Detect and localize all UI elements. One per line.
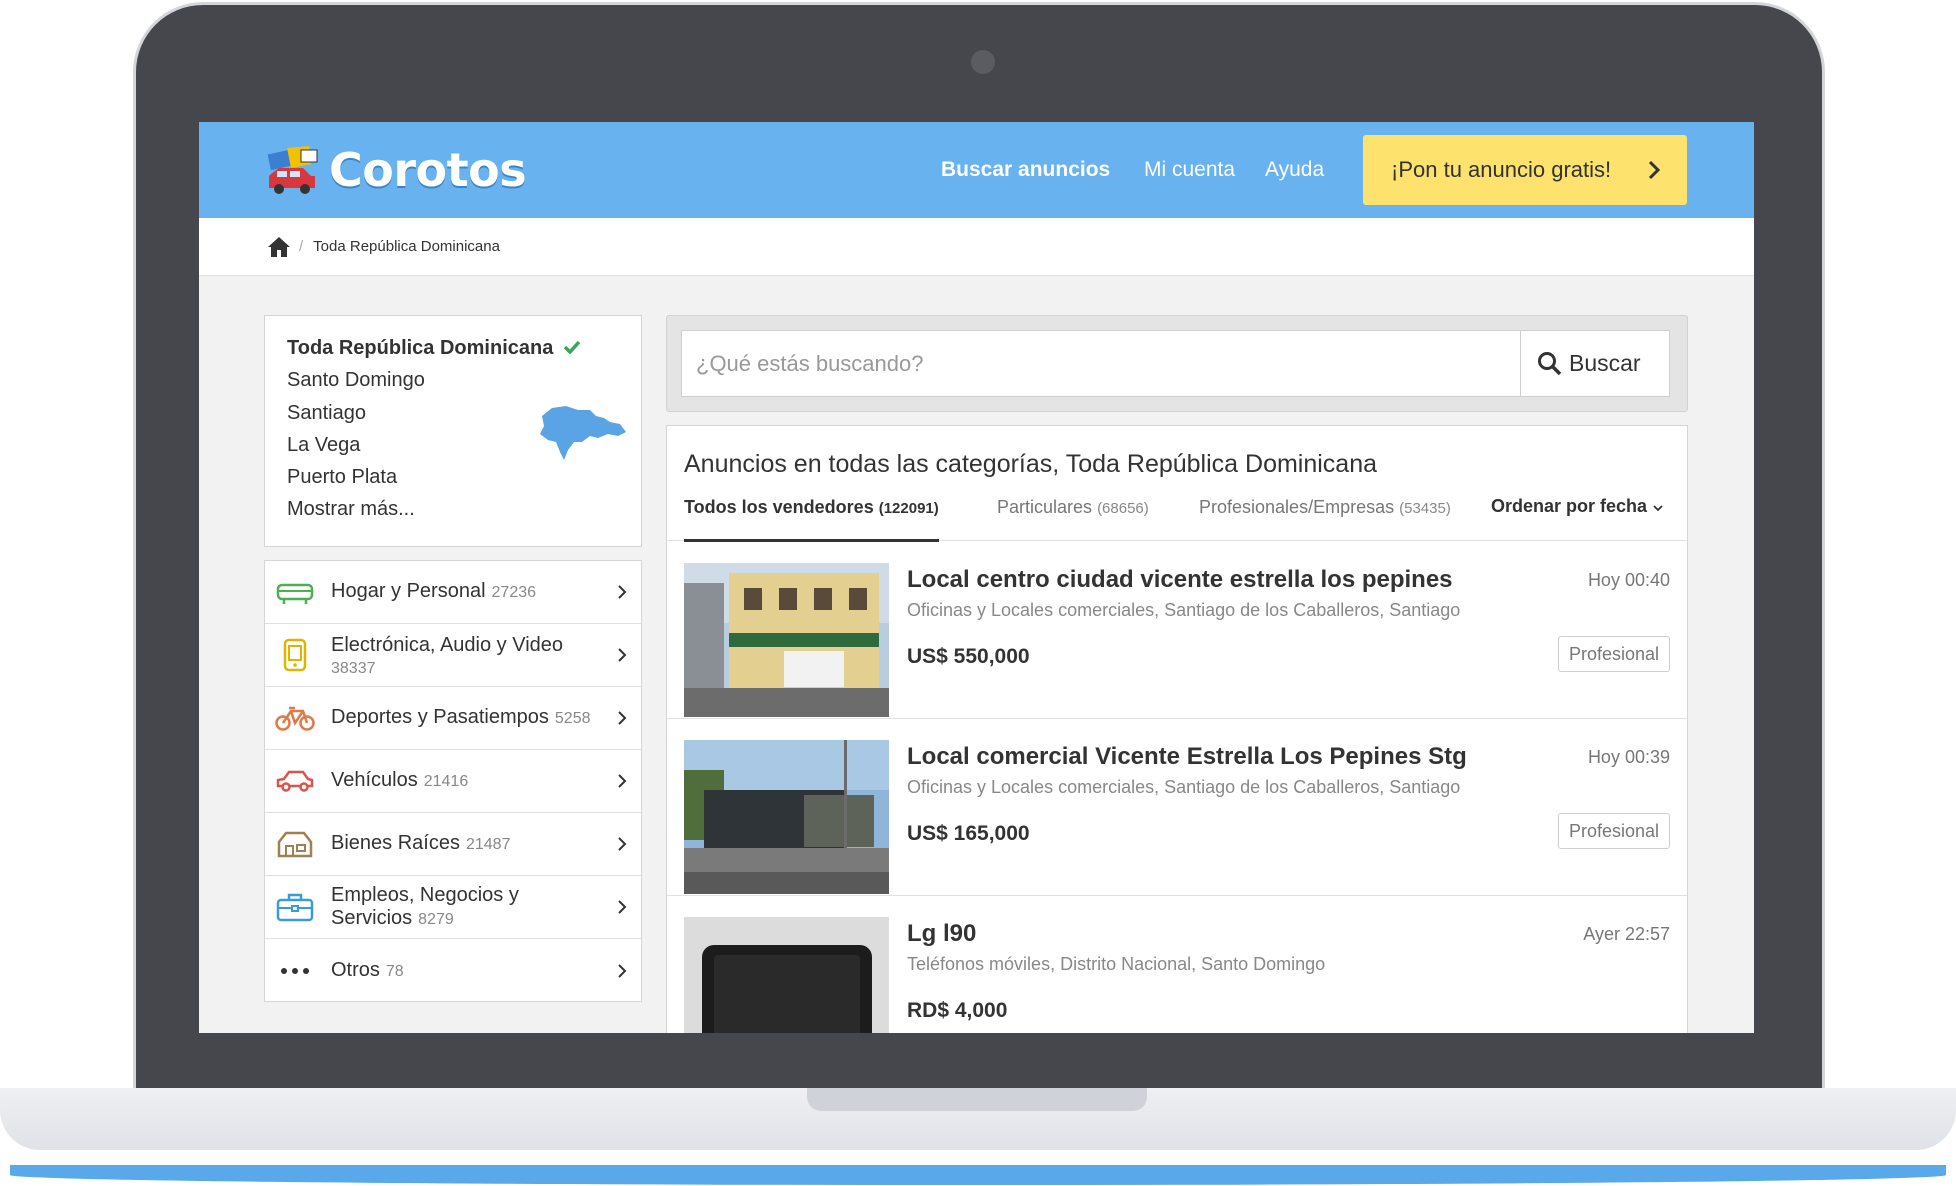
listing-subtitle: Oficinas y Locales comerciales, Santiago… <box>907 600 1461 620</box>
listing-time: Ayer 22:57 <box>1583 924 1670 944</box>
dominican-republic-map-icon <box>540 406 626 460</box>
category-item-bienes-raices[interactable]: Bienes Raíces 21487 <box>265 813 641 876</box>
briefcase-icon <box>275 892 315 922</box>
logo-text: Corotos <box>329 143 527 197</box>
region-item-puerto-plata[interactable]: Puerto Plata <box>287 461 581 493</box>
tab-business-sellers[interactable]: Profesionales/Empresas (53435) <box>1199 496 1451 541</box>
listing-photo[interactable] <box>684 740 889 894</box>
chevron-right-icon <box>618 837 627 851</box>
chevron-right-icon <box>618 711 627 725</box>
listing-item[interactable]: Local centro ciudad vicente estrella los… <box>667 542 1687 719</box>
nav-help[interactable]: Ayuda <box>1265 122 1324 218</box>
post-ad-button[interactable]: ¡Pon tu anuncio gratis! <box>1363 135 1687 205</box>
car-icon <box>275 766 315 796</box>
results-title: Anuncios en todas las categorías, Toda R… <box>684 450 1378 478</box>
listing-photo[interactable] <box>684 563 889 717</box>
breadcrumb: / Toda República Dominicana <box>199 218 1754 276</box>
chevron-right-icon <box>618 585 627 599</box>
search-button-label: Buscar <box>1569 350 1641 376</box>
category-count: 27236 <box>491 584 537 601</box>
search-input[interactable]: ¿Qué estás buscando? <box>681 330 1521 397</box>
listing-title[interactable]: Local comercial Vicente Estrella Los Pep… <box>907 743 1467 771</box>
breadcrumb-current: Toda República Dominicana <box>313 238 500 255</box>
category-label: Electrónica, Audio y Video <box>331 634 564 656</box>
listing-item[interactable]: Lg l90 Ayer 22:57 Teléfonos móviles, Dis… <box>667 896 1687 1033</box>
region-show-more[interactable]: Mostrar más... <box>287 493 581 525</box>
category-item-otros[interactable]: Otros 78 <box>265 939 641 1002</box>
region-item-la-vega[interactable]: La Vega <box>287 429 581 461</box>
chevron-right-icon <box>1648 160 1661 180</box>
category-count: 8279 <box>418 911 454 928</box>
category-item-electronica[interactable]: Electrónica, Audio y Video 38337 <box>265 624 641 687</box>
category-label: Vehículos <box>331 769 418 791</box>
listing-title[interactable]: Lg l90 <box>907 920 976 948</box>
chevron-right-icon <box>618 774 627 788</box>
region-item-santo-domingo[interactable]: Santo Domingo <box>287 364 581 396</box>
tab-all-sellers[interactable]: Todos los vendedores (122091) <box>684 496 939 542</box>
seller-badge: Profesional <box>1558 813 1670 849</box>
category-label: Bienes Raíces <box>331 832 460 854</box>
category-count: 5258 <box>554 710 591 727</box>
search-button[interactable]: Buscar <box>1520 330 1670 397</box>
listing-subtitle: Teléfonos móviles, Distrito Nacional, Sa… <box>907 954 1326 974</box>
listing-photo[interactable] <box>684 917 889 1033</box>
category-label: Otros <box>331 958 380 981</box>
breadcrumb-separator: / <box>299 238 304 255</box>
chevron-right-icon <box>618 648 627 662</box>
listing-title[interactable]: Local centro ciudad vicente estrella los… <box>907 566 1453 594</box>
chevron-right-icon <box>618 963 627 978</box>
house-icon <box>275 829 315 859</box>
category-item-vehiculos[interactable]: Vehículos 21416 <box>265 750 641 813</box>
chevron-right-icon <box>618 900 627 914</box>
category-label: Hogar y Personal <box>331 580 486 602</box>
browser-screen: Corotos Buscar anuncios Mi cuenta Ayuda … <box>199 122 1754 1033</box>
category-item-deportes[interactable]: Deportes y Pasatiempos 5258 <box>265 687 641 750</box>
region-item-active[interactable]: Toda República Dominicana <box>287 332 581 364</box>
search-icon <box>1538 351 1562 375</box>
tab-private-sellers[interactable]: Particulares (68656) <box>997 496 1149 541</box>
listing-item[interactable]: Local comercial Vicente Estrella Los Pep… <box>667 719 1687 896</box>
bicycle-icon <box>275 703 315 733</box>
chevron-down-icon <box>1653 505 1663 512</box>
results-panel: Anuncios en todas las categorías, Toda R… <box>666 425 1688 1033</box>
sort-dropdown[interactable]: Ordenar por fecha <box>1491 496 1663 517</box>
laptop-notch <box>807 1088 1147 1111</box>
region-filter: Toda República Dominicana Santo Domingo … <box>264 315 642 547</box>
seller-tabs: Todos los vendedores (122091) Particular… <box>667 496 1687 542</box>
check-icon <box>563 340 581 355</box>
seller-badge: Profesional <box>1558 636 1670 672</box>
listing-subtitle: Oficinas y Locales comerciales, Santiago… <box>907 777 1461 797</box>
laptop-shadow <box>10 1165 1946 1185</box>
nav-my-account[interactable]: Mi cuenta <box>1144 122 1235 218</box>
category-item-empleos[interactable]: Empleos, Negocios y Servicios 8279 <box>265 876 641 939</box>
category-item-hogar[interactable]: Hogar y Personal 27236 <box>265 561 641 624</box>
sofa-icon <box>275 577 315 607</box>
category-list: Hogar y Personal 27236 Electrónica, Audio… <box>264 560 642 1002</box>
region-item-santiago[interactable]: Santiago <box>287 397 581 429</box>
logo-icon <box>267 146 318 194</box>
category-count: 21487 <box>465 836 511 853</box>
post-ad-label: ¡Pon tu anuncio gratis! <box>1391 157 1612 182</box>
category-label: Deportes y Pasatiempos <box>331 706 549 728</box>
more-icon <box>275 956 315 986</box>
search-bar: ¿Qué estás buscando? Buscar <box>666 315 1688 412</box>
listing-time: Hoy 00:40 <box>1587 570 1670 590</box>
site-header: Corotos Buscar anuncios Mi cuenta Ayuda … <box>199 122 1754 218</box>
category-count: 38337 <box>331 660 376 677</box>
listing-price: US$ 165,000 <box>907 822 1030 845</box>
listing-price: RD$ 4,000 <box>907 999 1008 1022</box>
category-count: 21416 <box>423 773 469 790</box>
category-count: 78 <box>385 962 404 980</box>
nav-search-ads[interactable]: Buscar anuncios <box>941 122 1110 218</box>
logo[interactable]: Corotos <box>265 143 527 197</box>
camera <box>971 50 995 74</box>
listing-time: Hoy 00:39 <box>1587 747 1670 767</box>
listing-price: US$ 550,000 <box>907 645 1030 668</box>
phone-icon <box>275 638 315 672</box>
home-icon[interactable] <box>267 236 291 258</box>
